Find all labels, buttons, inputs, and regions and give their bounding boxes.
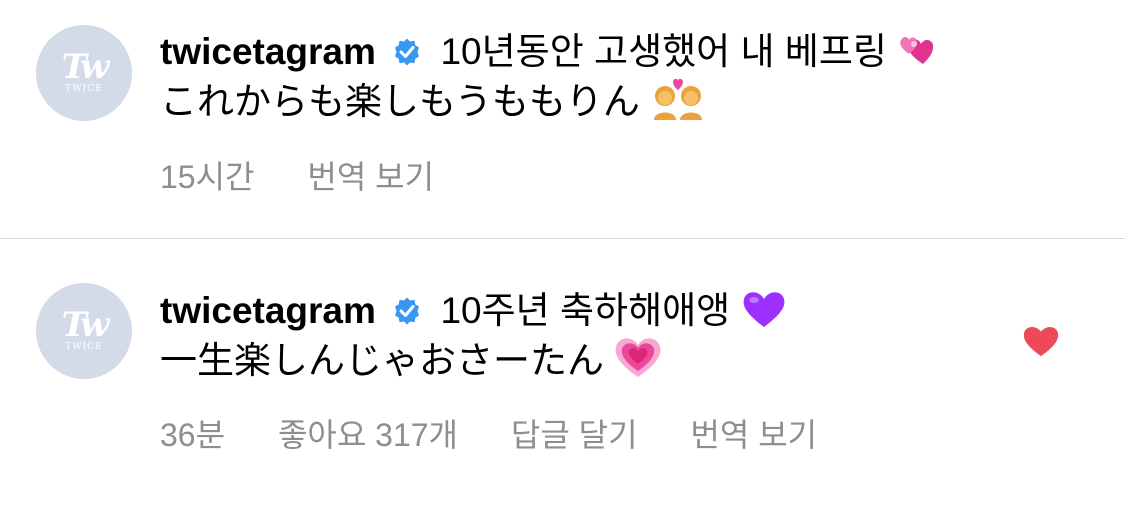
comment-line-1: twicetagram 10주년 축하해애앵 [160, 287, 1035, 335]
growing-heart-emoji-icon [615, 338, 661, 377]
comment-body: twicetagram 10년동안 고생했어 내 베프링 これからも楽しもうもも… [160, 28, 1035, 126]
avatar[interactable]: Tw TWICE [36, 283, 132, 379]
comment-line-2: 一生楽しんじゃおさーたん [160, 335, 1035, 385]
comment-body: twicetagram 10주년 축하해애앵 一生楽しんじゃおさーたん [160, 287, 1035, 385]
likes-count-button[interactable]: 좋아요 317개 [278, 417, 458, 453]
timestamp: 15시간 [160, 159, 255, 195]
timestamp: 36분 [160, 417, 226, 453]
see-translation-button[interactable]: 번역 보기 [307, 159, 434, 195]
twice-logo-text: TWICE [65, 342, 103, 352]
comment-line-2: これからも楽しもうももりん [160, 76, 1035, 126]
purple-heart-emoji-icon [744, 292, 785, 327]
username-link[interactable]: twicetagram [160, 290, 376, 331]
comment-meta: 36분 좋아요 317개 답글 달기 번역 보기 [160, 410, 861, 456]
twice-logo-mark: Tw [61, 47, 110, 87]
comment-text: これからも楽しもうももりん [160, 81, 640, 122]
username-link[interactable]: twicetagram [160, 31, 376, 72]
comment-1: Tw TWICE twicetagram 10년동안 고생했어 내 베프링 これ… [0, 0, 1125, 238]
liked-heart-icon[interactable] [1022, 324, 1060, 358]
comment-line-1: twicetagram 10년동안 고생했어 내 베프링 [160, 28, 1035, 76]
reply-button[interactable]: 답글 달기 [511, 417, 638, 453]
see-translation-button[interactable]: 번역 보기 [690, 417, 817, 453]
twice-logo-mark: Tw [61, 305, 110, 345]
comment-text: 10주년 축하해애앵 [440, 290, 731, 331]
comment-text: 10년동안 고생했어 내 베프링 [440, 31, 887, 72]
verified-badge-icon [395, 38, 420, 66]
twice-logo-text: TWICE [65, 84, 103, 94]
couple-with-heart-emoji-icon [654, 78, 703, 120]
comment-meta: 15시간 번역 보기 [160, 152, 478, 198]
comment-text: 一生楽しんじゃおさーたん [160, 340, 604, 381]
two-hearts-emoji-icon [900, 37, 934, 64]
avatar[interactable]: Tw TWICE [36, 25, 132, 121]
verified-badge-icon [395, 297, 420, 325]
